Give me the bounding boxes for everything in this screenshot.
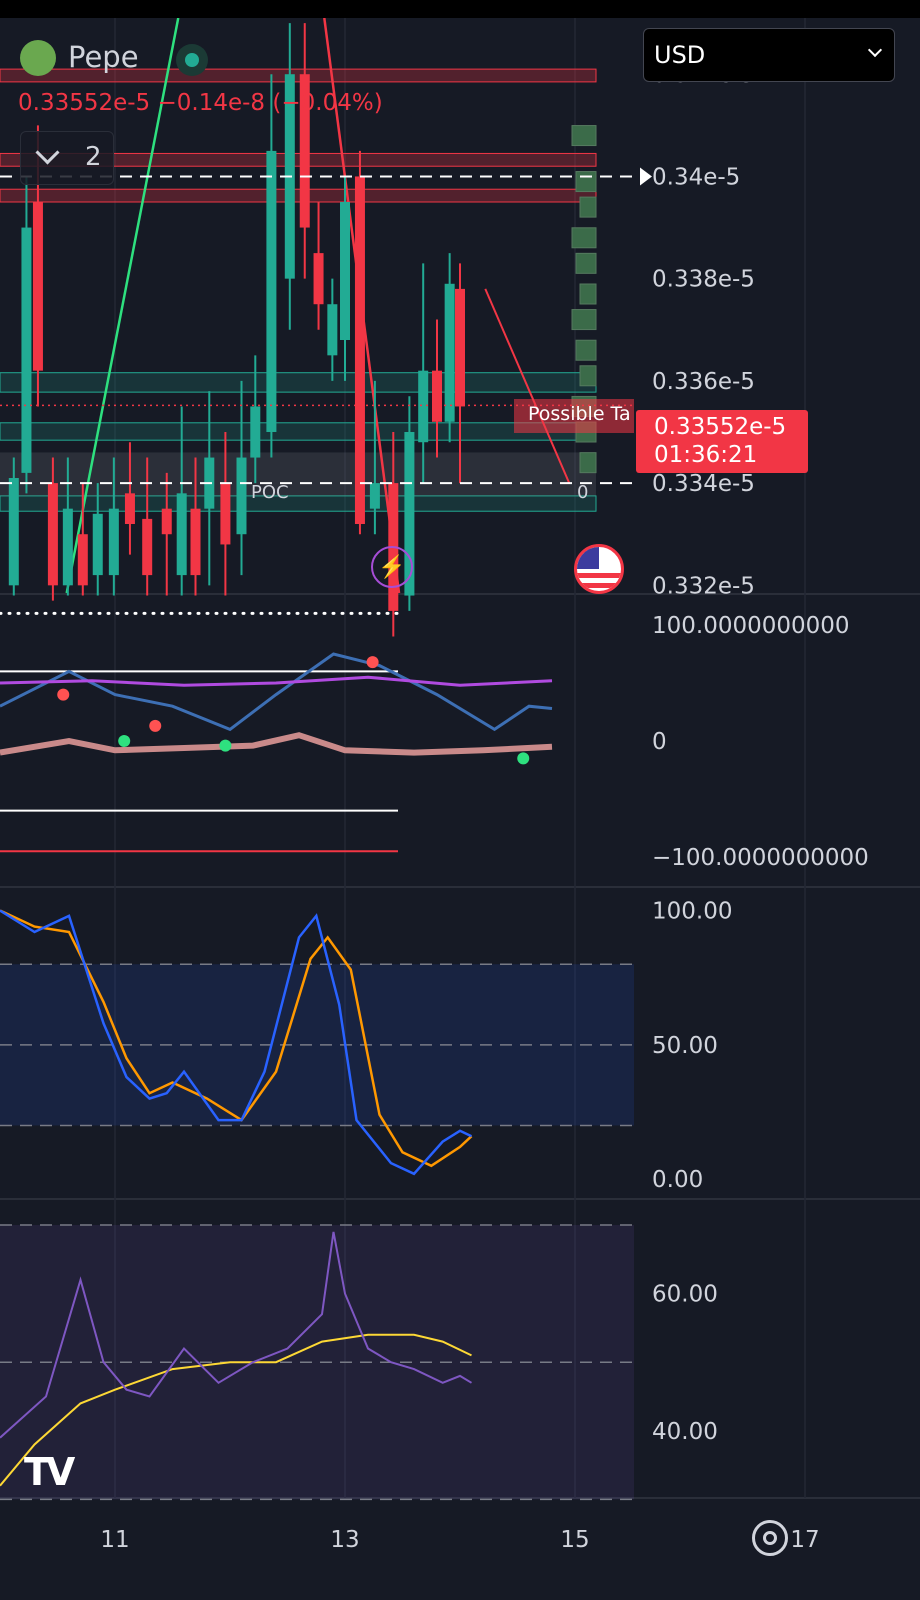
y-tick-label: 100.00	[652, 898, 732, 924]
price-change: 0.33552e-5 −0.14e-8 (−0.04%)	[18, 90, 383, 116]
oscillator-line	[0, 652, 553, 732]
candle	[266, 150, 277, 432]
x-tick-label: 11	[100, 1527, 129, 1553]
y-tick-label: 100.0000000000	[652, 613, 850, 639]
possible-target-label: Possible Ta	[514, 399, 634, 433]
symbol-name[interactable]: Pepe	[68, 40, 139, 74]
candle	[340, 202, 350, 340]
resistance-zone	[0, 188, 597, 203]
candle	[176, 493, 187, 576]
signal-dot	[57, 688, 70, 701]
chevron-down-icon	[867, 42, 883, 58]
candle	[236, 457, 247, 535]
candle	[32, 202, 43, 371]
volume-profile-cell	[575, 171, 597, 193]
candle	[418, 370, 429, 443]
candle	[327, 304, 338, 356]
indicators-collapse-button[interactable]: 2	[20, 131, 114, 185]
currency-select[interactable]: USD	[643, 28, 895, 82]
poc-value: 0	[577, 482, 589, 503]
volume-profile-cell	[575, 252, 597, 274]
candle	[21, 227, 32, 473]
signal-dot	[149, 719, 162, 732]
y-tick-label: 0.336e-5	[652, 369, 755, 395]
signal-dot	[118, 735, 131, 747]
candle	[432, 370, 442, 422]
candle	[190, 508, 201, 576]
support-zone	[0, 372, 597, 393]
y-tick-label: −100.0000000000	[652, 845, 869, 871]
y-tick-label: 0.00	[652, 1167, 703, 1193]
support-zone	[0, 495, 597, 512]
candle-countdown: 01:36:21	[654, 442, 758, 468]
y-tick-label: 50.00	[652, 1033, 718, 1059]
candle	[92, 513, 103, 576]
candle	[161, 508, 172, 535]
currency-value: USD	[654, 41, 706, 69]
y-tick-label: 0.34e-5	[652, 164, 740, 190]
y-tick-label: 0	[652, 729, 667, 755]
y-tick-label: 0.338e-5	[652, 267, 755, 293]
chart-app: 0.342e-50.34e-50.338e-50.336e-50.334e-50…	[0, 18, 920, 1600]
candle	[77, 534, 88, 586]
alert-marker-icon	[640, 167, 652, 186]
candle	[47, 483, 58, 586]
candle	[313, 253, 324, 305]
y-tick-label: 0.332e-5	[652, 573, 755, 599]
rsi-band	[0, 1225, 634, 1500]
signal-dot	[517, 752, 530, 765]
market-status-icon[interactable]	[176, 44, 208, 76]
candle	[369, 483, 380, 509]
candle	[220, 483, 231, 545]
lightning-icon[interactable]: ⚡	[371, 546, 413, 588]
volume-profile-cell	[579, 283, 597, 305]
candle	[124, 493, 135, 524]
volume-profile-cell	[579, 365, 597, 387]
signal-dot	[366, 656, 379, 669]
volume-profile-cell	[579, 196, 597, 218]
us-flag-icon[interactable]	[574, 544, 624, 594]
x-tick-label: 17	[790, 1527, 819, 1553]
poc-label: POC	[251, 482, 289, 503]
chevron-down-icon	[35, 140, 60, 165]
x-tick-label: 15	[560, 1527, 589, 1553]
y-tick-label: 0.334e-5	[652, 471, 755, 497]
candle	[455, 288, 465, 407]
candle	[444, 283, 455, 422]
candle	[62, 508, 73, 586]
last-price-value: 0.33552e-5	[654, 414, 787, 440]
y-tick-label: 40.00	[652, 1419, 718, 1445]
volume-profile-cell	[571, 125, 597, 147]
overbought-oversold-band	[0, 964, 634, 1126]
chart-canvas: 0.342e-50.34e-50.338e-50.336e-50.334e-50…	[0, 18, 920, 1553]
candle	[108, 508, 119, 576]
y-tick-label: 60.00	[652, 1282, 718, 1308]
signal-dot	[219, 739, 232, 752]
candle	[354, 176, 365, 524]
volume-profile-cell	[571, 227, 597, 249]
candle	[8, 478, 19, 586]
pepe-logo-icon	[20, 40, 56, 76]
tradingview-logo-icon: TV	[24, 1450, 75, 1494]
volume-profile-cell	[579, 452, 597, 474]
last-price-tag: 0.33552e-5 01:36:21	[636, 410, 808, 473]
candle	[142, 518, 153, 576]
volume-profile-cell	[571, 309, 597, 331]
settings-gear-icon[interactable]	[752, 1520, 788, 1556]
oscillator-line	[0, 732, 553, 756]
candle	[250, 406, 261, 458]
volume-profile-cell	[575, 339, 597, 361]
x-tick-label: 13	[330, 1527, 359, 1553]
indicator-count: 2	[85, 142, 102, 172]
support-zone	[0, 422, 597, 441]
